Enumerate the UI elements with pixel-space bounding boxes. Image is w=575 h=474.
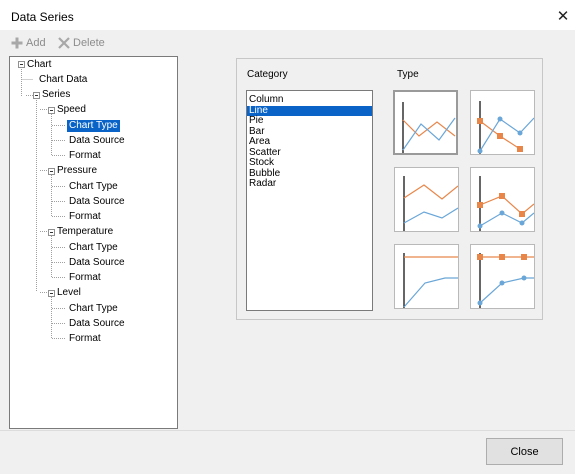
- collapse-pressure-icon[interactable]: [48, 168, 55, 175]
- stacked-line-chart-icon: [403, 176, 459, 231]
- footer-divider: [0, 430, 575, 431]
- collapse-series-icon[interactable]: [33, 92, 40, 99]
- tree-node-pressure-format[interactable]: Format: [69, 211, 101, 223]
- category-item-column[interactable]: Column: [247, 94, 372, 106]
- tree-node-pressure-chart-type[interactable]: Chart Type: [69, 181, 118, 193]
- tree-node-temperature-data-source[interactable]: Data Source: [69, 257, 125, 269]
- window-title: Data Series: [11, 10, 74, 24]
- line-chart-thumbnail[interactable]: [393, 90, 458, 155]
- tree-node-speed-format[interactable]: Format: [69, 150, 101, 162]
- stacked-line-chart-thumbnail[interactable]: [394, 167, 459, 232]
- collapse-level-icon[interactable]: [48, 290, 55, 297]
- series-tree[interactable]: Chart Chart Data Series Speed Chart Type…: [9, 56, 178, 429]
- stacked-line-markers-chart-icon: [477, 176, 535, 231]
- step-line-chart-icon: [403, 253, 458, 308]
- step-line-markers-chart-icon: [477, 253, 534, 308]
- delete-button[interactable]: Delete: [58, 35, 105, 51]
- tree-node-temperature-chart-type[interactable]: Chart Type: [69, 242, 118, 254]
- tree-node-chart-data[interactable]: Chart Data: [39, 74, 87, 86]
- collapse-speed-icon[interactable]: [48, 107, 55, 114]
- plus-icon: [11, 37, 23, 49]
- tree-node-chart[interactable]: Chart: [27, 59, 51, 71]
- tree-node-series[interactable]: Series: [42, 89, 70, 101]
- x-icon: [58, 37, 70, 49]
- tree-node-pressure[interactable]: Pressure: [57, 165, 97, 177]
- tree-node-level[interactable]: Level: [57, 287, 81, 299]
- close-button[interactable]: Close: [486, 438, 563, 465]
- step-line-markers-chart-thumbnail[interactable]: [470, 244, 535, 309]
- add-button[interactable]: Add: [11, 35, 46, 51]
- tree-node-temperature-format[interactable]: Format: [69, 272, 101, 284]
- line-markers-chart-icon: [477, 101, 535, 154]
- delete-label: Delete: [73, 37, 105, 49]
- tree-node-level-data-source[interactable]: Data Source: [69, 318, 125, 330]
- category-item-line[interactable]: Line: [247, 105, 372, 116]
- category-item-pie[interactable]: Pie: [247, 115, 372, 127]
- toolbar: Add Delete: [0, 30, 180, 56]
- category-item-area[interactable]: Area: [247, 136, 372, 148]
- collapse-temperature-icon[interactable]: [48, 229, 55, 236]
- category-label: Category: [247, 69, 288, 80]
- window-close-icon[interactable]: ✕: [554, 8, 572, 26]
- tree-node-temperature[interactable]: Temperature: [57, 226, 113, 238]
- title-bar: Data Series ✕: [0, 0, 575, 30]
- type-label: Type: [397, 69, 419, 80]
- tree-node-speed[interactable]: Speed: [57, 104, 86, 116]
- collapse-chart-icon[interactable]: [18, 61, 25, 68]
- category-list[interactable]: Column Line Pie Bar Area Scatter Stock B…: [246, 90, 373, 311]
- line-chart-icon: [402, 102, 456, 153]
- line-markers-chart-thumbnail[interactable]: [470, 90, 535, 155]
- tree-node-level-format[interactable]: Format: [69, 333, 101, 345]
- tree-node-speed-data-source[interactable]: Data Source: [69, 135, 125, 147]
- step-line-chart-thumbnail[interactable]: [394, 244, 459, 309]
- data-series-dialog: Data Series ✕ Add Delete Chart Chart Dat…: [0, 0, 575, 474]
- stacked-line-markers-chart-thumbnail[interactable]: [470, 167, 535, 232]
- tree-node-speed-chart-type[interactable]: Chart Type: [67, 120, 120, 132]
- tree-node-level-chart-type[interactable]: Chart Type: [69, 303, 118, 315]
- category-item-stock[interactable]: Stock: [247, 157, 372, 169]
- tree-node-pressure-data-source[interactable]: Data Source: [69, 196, 125, 208]
- category-item-radar[interactable]: Radar: [247, 178, 372, 190]
- add-label: Add: [26, 37, 46, 49]
